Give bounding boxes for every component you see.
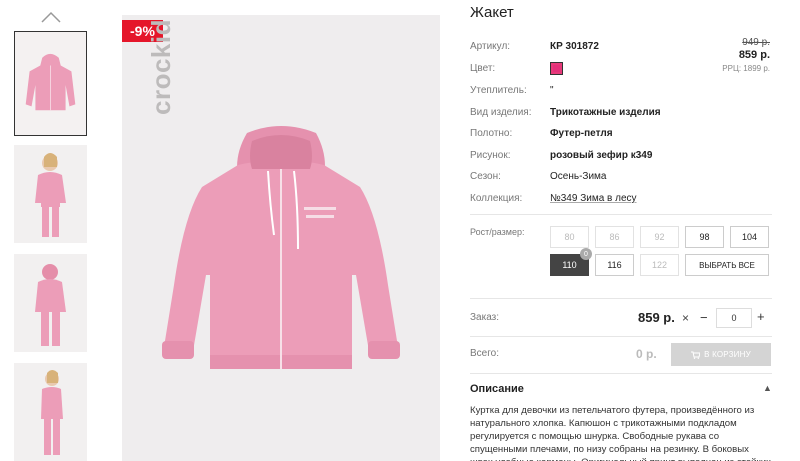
- add-to-cart-button[interactable]: В КОРЗИНУ: [671, 343, 771, 366]
- attribute-label: Сезон:: [470, 171, 501, 182]
- thumbnail-1[interactable]: [14, 31, 87, 136]
- product-title: Жакет: [470, 4, 514, 21]
- size-option-92: 92: [640, 226, 679, 248]
- divider: [470, 336, 772, 337]
- size-option-116[interactable]: 116: [595, 254, 634, 276]
- current-price: 859 р.: [738, 49, 770, 61]
- attribute-value: КР 301872: [550, 41, 599, 52]
- attribute-label: Полотно:: [470, 128, 513, 139]
- order-price: 859 р.: [638, 310, 675, 325]
- brand-logo: crockid: [146, 19, 176, 115]
- jacket-image: [162, 126, 400, 369]
- recommended-price: РРЦ: 1899 р.: [722, 64, 770, 73]
- attribute-value: розовый зефир к349: [550, 150, 653, 161]
- attribute-label: Коллекция:: [470, 193, 523, 204]
- thumbnail-2[interactable]: [14, 145, 87, 243]
- product-info-panel: Жакет 949 р. 859 р. РРЦ: 1899 р. Артикул…: [470, 0, 775, 461]
- size-option-104[interactable]: 104: [730, 226, 769, 248]
- size-label: 110: [562, 260, 577, 270]
- old-price: 949 р.: [742, 37, 770, 48]
- description-title[interactable]: Описание: [470, 383, 524, 395]
- chevron-up-icon[interactable]: ▲: [763, 383, 772, 393]
- divider: [470, 298, 772, 299]
- attribute-label: Утеплитель:: [470, 85, 527, 96]
- size-option-86: 86: [595, 226, 634, 248]
- description-text: Куртка для девочки из петельчатого футер…: [470, 405, 771, 461]
- thumbnail-4[interactable]: [14, 363, 87, 461]
- attribute-label: Артикул:: [470, 41, 511, 52]
- attribute-value: Осень-Зима: [550, 171, 607, 182]
- attribute-value: Футер-петля: [550, 128, 613, 139]
- times-icon: ×: [682, 311, 690, 325]
- thumbnail-3[interactable]: [14, 254, 87, 352]
- thumbnail-gallery: [0, 0, 100, 461]
- size-option-80: 80: [550, 226, 589, 248]
- increase-quantity-button[interactable]: +: [757, 309, 765, 324]
- quantity-input[interactable]: [716, 308, 752, 328]
- cart-icon: [691, 351, 701, 359]
- chevron-up-icon[interactable]: [40, 10, 62, 24]
- total-label: Всего:: [470, 348, 499, 359]
- attribute-label: Рисунок:: [470, 150, 511, 161]
- size-option-110[interactable]: 110 0: [550, 248, 592, 276]
- attribute-value: ": [550, 85, 554, 96]
- add-to-cart-label: В КОРЗИНУ: [704, 350, 751, 359]
- decrease-quantity-button[interactable]: −: [700, 310, 708, 325]
- total-price: 0 р.: [636, 347, 657, 361]
- size-option-122: 122: [640, 254, 679, 276]
- collection-link[interactable]: №349 Зима в лесу: [550, 193, 637, 204]
- divider: [470, 214, 772, 215]
- size-option-98[interactable]: 98: [685, 226, 724, 248]
- main-product-image[interactable]: -9% crockid: [122, 15, 440, 461]
- size-count-badge: 0: [580, 248, 592, 260]
- attribute-label: Вид изделия:: [470, 107, 532, 118]
- divider: [470, 373, 772, 374]
- attribute-label: Цвет:: [470, 63, 496, 74]
- order-label: Заказ:: [470, 312, 500, 323]
- sizes-label: Рост/размер:: [470, 227, 525, 237]
- select-all-sizes-button[interactable]: ВЫБРАТЬ ВСЕ: [685, 254, 769, 276]
- attribute-value: Трикотажные изделия: [550, 107, 661, 118]
- color-swatch[interactable]: [550, 62, 563, 75]
